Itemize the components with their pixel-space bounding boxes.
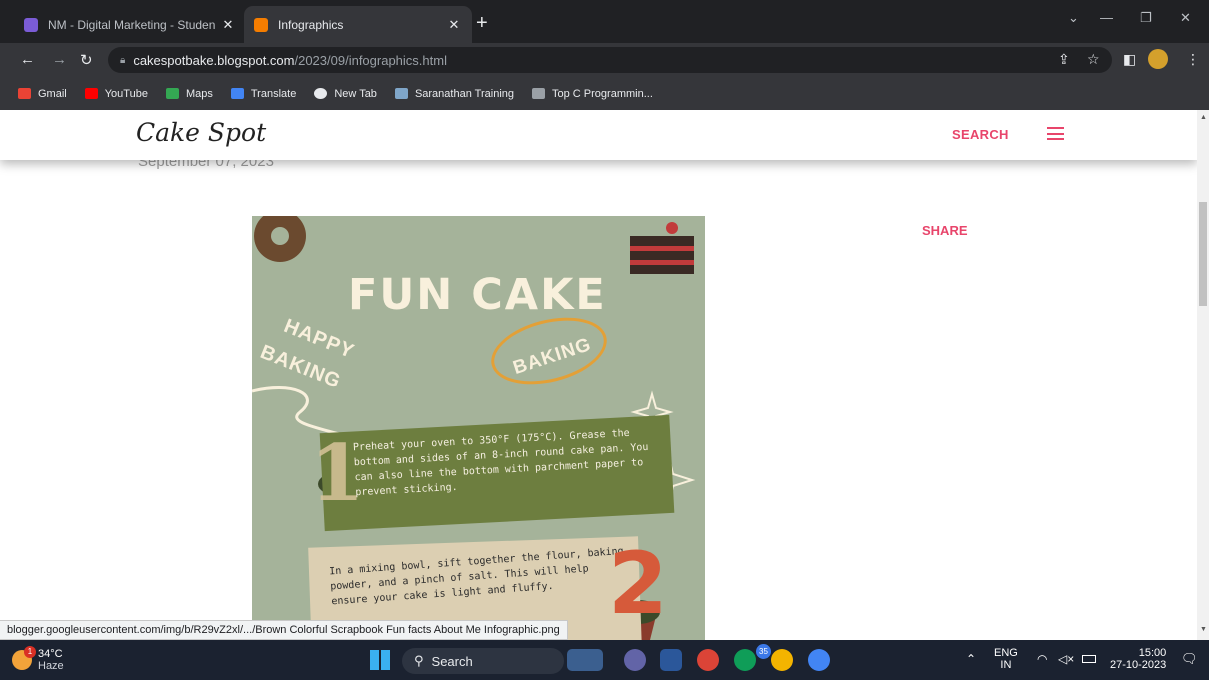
tab-title: NM - Digital Marketing - Studen — [48, 17, 216, 32]
bookmark-label: New Tab — [334, 87, 377, 100]
tab-nm-digital-marketing[interactable]: NM - Digital Marketing - Studen ✕ — [14, 6, 246, 43]
bookmark-gmail[interactable]: Gmail — [18, 88, 67, 100]
region: IN — [1000, 659, 1012, 671]
profile-avatar[interactable] — [1148, 49, 1168, 69]
youtube-icon — [84, 88, 98, 99]
windows-taskbar: 1 34°C Haze ⚲ Search 35 ⌃ ENG IN ◠ ◁× 15… — [0, 640, 1209, 680]
meet-icon[interactable] — [624, 649, 646, 671]
bookmark-label: Maps — [185, 87, 213, 100]
chrome-icon[interactable] — [771, 649, 793, 671]
bookmark-label: Top C Programmin... — [552, 87, 653, 100]
page-scrollbar[interactable]: ▲ ▼ — [1197, 110, 1209, 640]
bookmark-label: Translate — [250, 87, 297, 100]
url-host: cakespotbake.blogspot.com — [133, 52, 295, 68]
search-button[interactable]: SEARCH — [952, 127, 1009, 142]
scroll-down-icon[interactable]: ▼ — [1200, 626, 1207, 633]
maps-icon — [165, 88, 179, 99]
hamburger-menu-icon[interactable] — [1047, 127, 1064, 140]
bookmark-label: Saranathan Training — [414, 87, 515, 100]
temperature: 34°C — [38, 648, 63, 660]
new-tab-button[interactable]: + — [476, 13, 488, 33]
weather-badge: 1 — [24, 646, 36, 658]
tray-chevron-icon[interactable]: ⌃ — [966, 652, 976, 666]
tab-infographics[interactable]: Infographics ✕ — [244, 6, 472, 43]
toolbar: ← → ↻ 🔒︎ cakespotbake.blogspot.com /2023… — [0, 43, 1209, 77]
minimize-icon[interactable]: — — [1100, 10, 1113, 25]
search-icon: ⚲ — [414, 653, 424, 668]
search-highlight-icon[interactable] — [567, 649, 603, 671]
scrollbar-thumb[interactable] — [1199, 202, 1207, 306]
bookmark-label: YouTube — [104, 87, 148, 100]
chrome-badge: 35 — [756, 644, 771, 659]
language-indicator[interactable]: ENG IN — [994, 647, 1018, 671]
infographic-title: FUN CAKE — [348, 270, 607, 320]
gmail-icon — [18, 88, 31, 99]
translate-icon — [230, 88, 244, 99]
close-tab-icon[interactable]: ✕ — [220, 17, 236, 33]
url-path: /2023/09/infographics.html — [294, 52, 447, 68]
web-page: September 07, 2023 Cake Spot SEARCH SHAR… — [0, 110, 1197, 640]
close-window-icon[interactable]: ✕ — [1180, 10, 1191, 26]
bookmarks-bar: Gmail YouTube Maps Translate New Tab Sar… — [0, 77, 1209, 110]
mountain-icon — [532, 88, 546, 99]
notification-icon[interactable]: 🗨︎ — [1181, 651, 1198, 667]
tab-title: Infographics — [278, 17, 344, 32]
address-bar[interactable]: 🔒︎ cakespotbake.blogspot.com /2023/09/in… — [108, 47, 1112, 73]
weather-condition: Haze — [38, 660, 64, 672]
time: 15:00 — [1138, 647, 1167, 659]
blogger-icon — [254, 17, 268, 32]
lock-icon: 🔒︎ — [120, 54, 126, 66]
start-windows-icon[interactable] — [370, 650, 390, 670]
restore-icon[interactable]: ❐ — [1140, 10, 1152, 26]
reload-icon[interactable]: ↻ — [80, 51, 93, 69]
cake-slice-icon — [630, 222, 694, 274]
blog-header: Cake Spot SEARCH — [0, 110, 1197, 160]
bookmark-maps[interactable]: Maps — [165, 87, 213, 100]
globe-icon — [314, 88, 328, 99]
search-label: Search — [431, 653, 473, 669]
sheets-icon — [24, 17, 38, 32]
chrome-icon[interactable] — [697, 649, 719, 671]
volume-muted-icon[interactable]: ◁× — [1058, 652, 1074, 666]
bookmark-youtube[interactable]: YouTube — [84, 87, 148, 100]
close-tab-icon[interactable]: ✕ — [446, 17, 462, 33]
share-page-icon[interactable]: ⇪ — [1058, 51, 1070, 68]
bookmark-star-icon[interactable]: ☆ — [1087, 51, 1100, 68]
bookmark-saranathan-training[interactable]: Saranathan Training — [394, 87, 515, 100]
weather-widget[interactable]: 34°C Haze — [38, 648, 64, 672]
word-icon[interactable] — [660, 649, 682, 671]
status-bar-url: blogger.googleusercontent.com/img/b/R29v… — [0, 620, 568, 640]
forward-icon[interactable]: → — [52, 51, 67, 68]
scroll-up-icon[interactable]: ▲ — [1200, 114, 1207, 121]
bookmark-translate[interactable]: Translate — [230, 87, 297, 100]
battery-icon[interactable] — [1082, 655, 1096, 663]
bookmark-top-c-programming[interactable]: Top C Programmin... — [532, 88, 653, 100]
chrome-icon[interactable] — [734, 649, 756, 671]
side-panel-icon[interactable]: ◧ — [1123, 51, 1136, 68]
taskbar-search[interactable]: ⚲ Search — [402, 648, 564, 674]
date: 27-10-2023 — [1110, 659, 1167, 671]
blog-title[interactable]: Cake Spot — [136, 118, 266, 147]
back-icon[interactable]: ← — [20, 51, 35, 68]
infographic-image[interactable]: FUN CAKE HAPPY BAKING BAKING 1 Preheat y… — [252, 216, 705, 640]
language: ENG — [994, 647, 1018, 659]
wifi-icon[interactable]: ◠ — [1037, 652, 1047, 666]
bookmark-new-tab[interactable]: New Tab — [314, 88, 377, 100]
chrome-icon[interactable] — [808, 649, 830, 671]
tab-strip: NM - Digital Marketing - Studen ✕ Infogr… — [0, 0, 1209, 43]
more-menu-icon[interactable]: ⋮ — [1186, 51, 1200, 68]
page-icon — [394, 88, 408, 99]
step2-number: 2 — [608, 534, 668, 634]
browser-chrome: NM - Digital Marketing - Studen ✕ Infogr… — [0, 0, 1209, 110]
clock[interactable]: 15:00 27-10-2023 — [1110, 647, 1166, 671]
tab-search-icon[interactable]: ⌄ — [1068, 10, 1079, 26]
bookmark-label: Gmail — [38, 87, 67, 100]
share-button[interactable]: SHARE — [922, 223, 968, 238]
